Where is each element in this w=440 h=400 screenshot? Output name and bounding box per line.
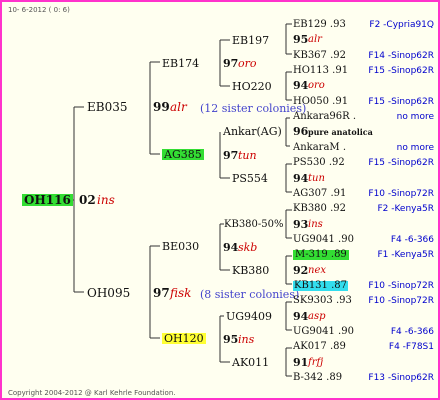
gen4-reference-link[interactable]: F4 -6-366	[391, 236, 434, 245]
gen4-queen[interactable]: HO050 .91	[293, 97, 348, 107]
gen2-dd[interactable]: OH120	[162, 333, 206, 344]
gen1-dam[interactable]: OH095	[87, 287, 130, 299]
gen3-6[interactable]: KB380	[232, 265, 269, 276]
gen3-3[interactable]: Ankar(AG)	[223, 126, 282, 137]
gen4-queen[interactable]: EB129 .93	[293, 20, 346, 30]
gen1-sire-sisters: (12 sister colonies)	[200, 102, 307, 115]
root-queen[interactable]: OH116	[22, 194, 73, 206]
gen4-reference-link[interactable]: F10 -Sinop72R	[368, 297, 434, 306]
gen4-breeder: ins	[308, 219, 323, 230]
gen4-breeder: frfj	[308, 357, 324, 368]
gen1-dam-breeder: fisk	[170, 286, 192, 300]
gen1-sire[interactable]: EB035	[87, 101, 127, 113]
gen4-queen[interactable]: KB367 .92	[293, 51, 346, 61]
gen4-queen[interactable]: M-319 .89	[293, 250, 349, 260]
gen4-queen[interactable]: HO113 .91	[293, 66, 348, 76]
gen4-queen[interactable]: KB131 .87	[293, 281, 348, 291]
gen4-year: 93	[293, 218, 309, 231]
gen4-year: 92	[293, 264, 309, 277]
gen3-7-year: 95	[223, 333, 239, 346]
gen4-queen[interactable]: AnkaraM .	[293, 143, 346, 153]
gen1-sire-breeder: alr	[170, 100, 187, 114]
gen4-reference-link[interactable]: F13 -Sinop62R	[368, 374, 434, 383]
gen4-queen[interactable]: KB380 .92	[293, 204, 346, 214]
gen4-reference-link[interactable]: F15 -Sinop62R	[368, 98, 434, 107]
header-date: 10- 6-2012 ( 0: 6)	[8, 6, 70, 14]
gen1-dam-sisters: (8 sister colonies)	[200, 288, 300, 301]
gen2-sd[interactable]: AG385	[162, 149, 204, 160]
gen3-7[interactable]: UG9409	[226, 311, 272, 322]
root-breeder: ins	[97, 193, 115, 207]
gen4-reference-link[interactable]: F1 -Kenya5R	[377, 251, 434, 260]
gen4-year: 96	[293, 125, 309, 138]
gen4-year: 94	[293, 310, 309, 323]
gen4-reference-link[interactable]: no more	[397, 144, 434, 153]
gen3-5[interactable]: KB380-50%	[224, 220, 284, 230]
gen4-queen[interactable]: PS530 .92	[293, 158, 345, 168]
gen4-year: 95	[293, 33, 309, 46]
gen4-reference-link[interactable]: F15 -Sinop62R	[368, 67, 434, 76]
gen3-3-year: 97	[223, 149, 239, 162]
gen3-4[interactable]: PS554	[232, 173, 268, 184]
gen4-breeder: tun	[308, 173, 325, 184]
gen4-breeder: pure anatolica	[308, 127, 373, 137]
gen2-ss[interactable]: EB174	[162, 58, 199, 69]
gen3-8[interactable]: AK011	[232, 357, 269, 368]
gen3-1-year: 97	[223, 57, 239, 70]
gen4-breeder: alr	[308, 34, 322, 45]
gen3-5-breeder: skb	[238, 241, 258, 254]
gen4-reference-link[interactable]: no more	[397, 113, 434, 122]
root-year: 02	[79, 193, 96, 207]
gen1-sire-year: 99	[153, 100, 170, 114]
gen3-3-breeder: tun	[238, 149, 257, 162]
gen3-5-year: 94	[223, 241, 239, 254]
gen4-reference-link[interactable]: F4 -6-366	[391, 328, 434, 337]
gen4-reference-link[interactable]: F10 -Sinop72R	[368, 282, 434, 291]
gen4-queen[interactable]: Ankara96R .	[293, 112, 356, 122]
gen4-reference-link[interactable]: F4 -F78S1	[389, 343, 434, 352]
gen4-reference-link[interactable]: F2 -Cypria91Q	[369, 21, 434, 30]
gen4-queen[interactable]: AK017 .89	[293, 342, 346, 352]
gen4-queen[interactable]: AG307 .91	[293, 189, 346, 199]
gen4-year: 94	[293, 79, 309, 92]
pedigree-frame: 10- 6-2012 ( 0: 6) Copyright 2004-2012 @…	[0, 0, 440, 400]
gen3-2[interactable]: HO220	[232, 81, 272, 92]
gen4-queen[interactable]: UG9041 .90	[293, 327, 354, 337]
copyright: Copyright 2004-2012 @ Karl Kehrle Founda…	[8, 389, 176, 397]
gen4-queen[interactable]: UG9041 .90	[293, 235, 354, 245]
gen4-breeder: asp	[308, 311, 326, 322]
gen3-1-breeder: oro	[238, 57, 257, 70]
gen4-queen[interactable]: B-342 .89	[293, 373, 342, 383]
gen1-dam-year: 97	[153, 286, 170, 300]
gen2-ds[interactable]: BE030	[162, 241, 199, 252]
gen4-breeder: oro	[308, 80, 325, 91]
gen4-reference-link[interactable]: F10 -Sinop72R	[368, 190, 434, 199]
gen4-year: 91	[293, 356, 309, 369]
gen4-reference-link[interactable]: F14 -Sinop62R	[368, 52, 434, 61]
gen4-breeder: nex	[308, 265, 326, 276]
gen4-year: 94	[293, 172, 309, 185]
gen3-1[interactable]: EB197	[232, 35, 269, 46]
gen4-reference-link[interactable]: F15 -Sinop62R	[368, 159, 434, 168]
gen3-7-breeder: ins	[238, 333, 255, 346]
gen4-reference-link[interactable]: F2 -Kenya5R	[377, 205, 434, 214]
gen4-queen[interactable]: SK9303 .93	[293, 296, 352, 306]
